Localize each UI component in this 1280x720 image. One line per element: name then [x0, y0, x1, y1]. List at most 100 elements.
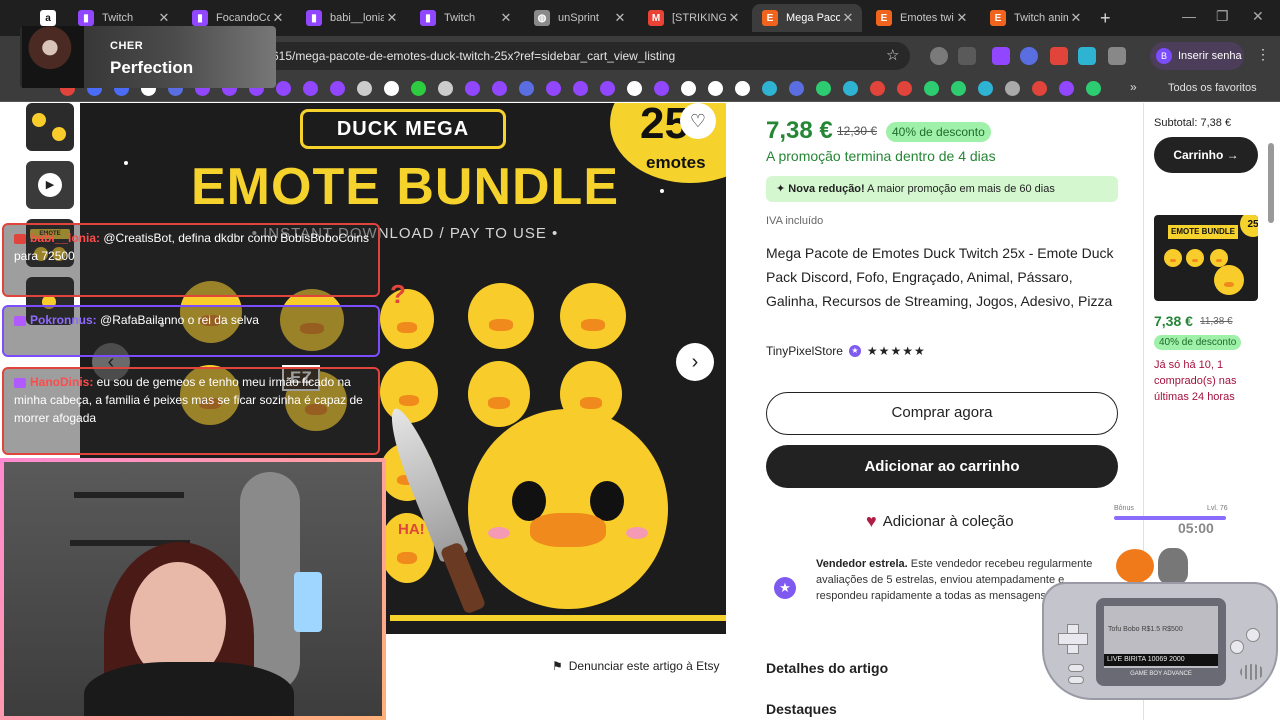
bookmark-favicon-icon[interactable]	[465, 81, 480, 96]
bookmark-favicon-icon[interactable]	[411, 81, 426, 96]
bookmark-favicon-icon[interactable]	[276, 81, 291, 96]
favorite-heart-icon[interactable]: ♡	[680, 103, 716, 139]
cart-item-thumbnail[interactable]: EMOTE BUNDLE 25	[1154, 215, 1258, 301]
bookmark-favicon-icon[interactable]	[384, 81, 399, 96]
webcam-overlay	[0, 458, 386, 720]
extension-icon[interactable]	[1020, 47, 1038, 65]
bookmark-favicon-icon[interactable]	[816, 81, 831, 96]
new-tab-button[interactable]: +	[1100, 8, 1111, 29]
cart-button[interactable]: Carrinho →	[1154, 137, 1258, 173]
bookmark-favicon-icon[interactable]	[438, 81, 453, 96]
thumbnail[interactable]	[26, 103, 74, 151]
bookmark-favicon-icon[interactable]	[681, 81, 696, 96]
chat-badge-icon	[14, 377, 26, 388]
lcd-line: Tofu Bobo R$1.5 R$500	[1108, 626, 1183, 633]
extension-icon[interactable]	[930, 47, 948, 65]
bookmark-favicon-icon[interactable]	[573, 81, 588, 96]
vat-note: IVA incluído	[766, 215, 824, 227]
bookmark-favicon-icon[interactable]	[1059, 81, 1074, 96]
browser-tab[interactable]: ▮ Twitch ✕	[410, 4, 520, 32]
start-button-icon	[1068, 676, 1084, 684]
video-thumbnail[interactable]: ▶	[26, 161, 74, 209]
gmail-icon: M	[648, 10, 664, 26]
bookmark-favicon-icon[interactable]	[789, 81, 804, 96]
close-tab-icon[interactable]: ✕	[498, 10, 514, 26]
bookmark-favicon-icon[interactable]	[1032, 81, 1047, 96]
speaker-icon	[1240, 664, 1264, 680]
price: 7,38 €	[766, 117, 833, 144]
maximize-icon[interactable]: ❐	[1216, 8, 1229, 25]
subtotal: Subtotal: 7,38 €	[1154, 117, 1231, 129]
close-tab-icon[interactable]: ✕	[1068, 10, 1084, 26]
bookmark-favicon-icon[interactable]	[357, 81, 372, 96]
close-tab-icon[interactable]: ✕	[840, 10, 856, 26]
all-bookmarks[interactable]: Todos os favoritos	[1168, 82, 1257, 94]
bookmark-favicon-icon[interactable]	[330, 81, 345, 96]
close-tab-icon[interactable]: ✕	[270, 10, 286, 26]
highlights-section[interactable]: Destaques	[766, 701, 837, 717]
bookmark-favicon-icon[interactable]	[843, 81, 858, 96]
select-button-icon	[1068, 664, 1084, 672]
buy-now-button[interactable]: Comprar agora	[766, 392, 1118, 435]
now-playing-artist: CHER	[110, 40, 144, 52]
emote-duck	[468, 283, 534, 349]
image-thumbnails: ▶ EMOTE BUNDLE	[26, 103, 78, 335]
add-to-collection-button[interactable]: ♥ Adicionar à coleção	[866, 511, 1014, 532]
bookmark-favicon-icon[interactable]	[654, 81, 669, 96]
browser-tab[interactable]: ◍ unSprint ✕	[524, 4, 634, 32]
page-scrollbar[interactable]	[1268, 143, 1274, 223]
bookmark-favicon-icon[interactable]	[519, 81, 534, 96]
bookmark-favicon-icon[interactable]	[978, 81, 993, 96]
bookmark-favicon-icon[interactable]	[708, 81, 723, 96]
bookmark-star-icon[interactable]: ☆	[886, 46, 899, 64]
bookmark-favicon-icon[interactable]	[762, 81, 777, 96]
close-tab-icon[interactable]: ✕	[612, 10, 628, 26]
tab-title: babi__lonia	[330, 12, 384, 24]
rating-stars[interactable]: ★★★★★	[867, 344, 926, 358]
extension-icon[interactable]	[1078, 47, 1096, 65]
close-tab-icon[interactable]: ✕	[156, 10, 172, 26]
extension-icon[interactable]	[1050, 47, 1068, 65]
next-image-button[interactable]: ›	[676, 343, 714, 381]
reduction-text: A maior promoção em mais de 60 dias	[864, 183, 1055, 195]
extension-icon[interactable]	[992, 47, 1010, 65]
extension-icon[interactable]	[958, 47, 976, 65]
cart-item-discount: 40% de desconto	[1154, 335, 1242, 350]
bookmark-favicon-icon[interactable]	[870, 81, 885, 96]
bookmark-favicon-icon[interactable]	[1086, 81, 1101, 96]
bookmark-favicon-icon[interactable]	[897, 81, 912, 96]
more-bookmarks-icon[interactable]: »	[1130, 80, 1137, 94]
bookmark-favicon-icon[interactable]	[951, 81, 966, 96]
bookmark-favicon-icon[interactable]	[735, 81, 750, 96]
bookmark-favicon-icon[interactable]	[546, 81, 561, 96]
profile-signin-button[interactable]: B Inserir senha	[1150, 42, 1244, 70]
close-window-icon[interactable]: ✕	[1252, 8, 1264, 25]
seller-name[interactable]: TinyPixelStore	[766, 344, 843, 358]
bookmark-favicon-icon[interactable]	[627, 81, 642, 96]
bookmark-favicon-icon[interactable]	[1005, 81, 1020, 96]
puzzle-icon[interactable]	[1108, 47, 1126, 65]
browser-tab[interactable]: ▮ babi__lonia ✕	[296, 4, 406, 32]
close-tab-icon[interactable]: ✕	[954, 10, 970, 26]
item-details-section[interactable]: Detalhes do artigo	[766, 660, 888, 676]
seller-info: TinyPixelStore ★ ★★★★★	[766, 344, 926, 358]
browser-tab[interactable]: E Twitch anim ✕	[980, 4, 1090, 32]
bookmark-favicon-icon[interactable]	[600, 81, 615, 96]
browser-tab[interactable]: E Emotes twi ✕	[866, 4, 976, 32]
close-tab-icon[interactable]: ✕	[384, 10, 400, 26]
browser-tab[interactable]: M [STRIKINGLY]✕	[638, 4, 748, 32]
cart-thumb-title: EMOTE BUNDLE	[1168, 225, 1238, 239]
bookmark-favicon-icon[interactable]	[303, 81, 318, 96]
report-link[interactable]: ⚑ Denunciar este artigo à Etsy	[552, 659, 720, 673]
browser-tab[interactable]: E Mega Pacote✕	[752, 4, 862, 32]
product-title: Mega Pacote de Emotes Duck Twitch 25x - …	[766, 245, 1114, 309]
bookmark-favicon-icon[interactable]	[924, 81, 939, 96]
address-bar[interactable]: 615/mega-pacote-de-emotes-duck-twitch-25…	[260, 42, 910, 70]
menu-kebab-icon[interactable]: ⋮	[1256, 46, 1270, 63]
minimize-icon[interactable]: —	[1182, 8, 1196, 24]
bookmark-favicon-icon[interactable]	[492, 81, 507, 96]
close-tab-icon[interactable]: ✕	[726, 10, 742, 26]
star-seller-bold: Vendedor estrela.	[816, 558, 908, 570]
chat-username: HanoDinis:	[30, 375, 94, 389]
add-to-cart-button[interactable]: Adicionar ao carrinho	[766, 445, 1118, 488]
